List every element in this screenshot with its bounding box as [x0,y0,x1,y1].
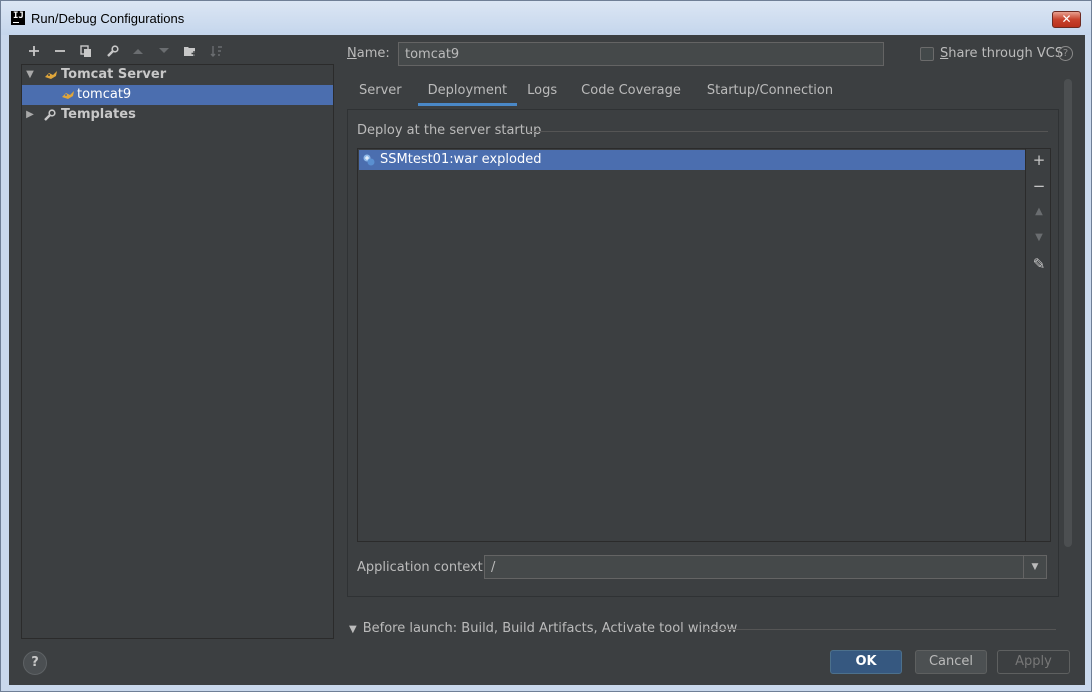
edit-artifact-button[interactable]: ✎ [1026,253,1052,275]
arrow-down-icon: ▼ [1035,232,1043,243]
copy-icon [80,44,91,57]
remove-config-button[interactable] [47,41,73,61]
arrow-up-icon: ▲ [1035,206,1043,217]
wrench-icon [44,109,56,121]
copy-config-button[interactable] [73,41,99,61]
add-artifact-button[interactable]: + [1026,149,1052,171]
arrow-down-icon [159,48,169,53]
minus-icon [55,50,65,52]
move-up-button[interactable]: ▲ [1026,201,1052,223]
plus-icon [29,46,39,56]
name-label-rest: ame: [356,46,390,61]
share-help-icon[interactable]: ? [1058,46,1073,61]
config-toolbar [21,41,229,61]
move-down-button[interactable]: ▼ [1026,227,1052,249]
tab-startup-connection[interactable]: Startup/Connection [697,79,843,109]
edit-defaults-button[interactable] [99,41,125,61]
share-label-rest: hare through VCS [948,46,1064,61]
section-divider [704,629,1056,630]
config-tree: ▼ Tomcat Server tomcat9 ▶ Templates [21,64,334,639]
deployment-panel: Deploy at the server startup SSMtest01:w… [347,109,1059,597]
before-launch-toggle[interactable]: ▼ Before launch: Build, Build Artifacts, … [349,621,737,636]
list-item[interactable]: SSMtest01:war exploded [359,150,1025,170]
deploy-list: SSMtest01:war exploded + − ▲ ▼ ✎ [357,148,1051,542]
tab-logs[interactable]: Logs [517,79,567,109]
list-actions: + − ▲ ▼ ✎ [1025,149,1051,541]
expand-arrow-icon: ▼ [349,624,357,635]
artifact-icon [363,154,375,166]
tree-label-templates: Templates [61,107,136,122]
before-launch-label: Before launch: Build, Build Artifacts, A… [362,621,738,636]
tree-label-tomcat-server: Tomcat Server [61,67,167,82]
pencil-icon: ✎ [1032,255,1046,273]
tree-label-tomcat9: tomcat9 [77,87,132,102]
tree-item-tomcat-server[interactable]: ▼ Tomcat Server [22,65,333,85]
vertical-scrollbar[interactable] [1064,79,1072,547]
folder-add-icon [184,47,197,56]
list-item-label: SSMtest01:war exploded [380,152,542,167]
tab-server[interactable]: Server [349,79,412,109]
dialog-content: ▼ Tomcat Server tomcat9 ▶ Templates ? Na… [9,35,1085,685]
run-debug-dialog: IJ Run/Debug Configurations ✕ ▼ Tomcat S… [0,0,1092,692]
cancel-button[interactable]: Cancel [915,650,987,674]
tree-item-templates[interactable]: ▶ Templates [22,105,333,125]
window-title: Run/Debug Configurations [31,11,185,26]
ok-button[interactable]: OK [830,650,902,674]
name-input[interactable] [398,42,884,66]
sort-icon [210,45,222,57]
tree-item-tomcat9[interactable]: tomcat9 [22,85,333,105]
sort-button[interactable] [203,41,229,61]
apply-button[interactable]: Apply [997,650,1070,674]
share-vcs-checkbox[interactable] [920,47,934,61]
tab-code-coverage[interactable]: Code Coverage [571,79,691,109]
remove-artifact-button[interactable]: − [1026,175,1052,197]
minus-icon: − [1032,177,1046,195]
title-bar[interactable]: IJ Run/Debug Configurations ✕ [1,1,1091,35]
tomcat-icon [62,91,74,99]
close-button[interactable]: ✕ [1052,11,1081,28]
app-context-label: Application context: [357,560,488,575]
new-folder-button[interactable] [177,41,203,61]
share-vcs-label[interactable]: Share through VCS [940,46,1063,61]
section-divider [528,131,1048,132]
add-config-button[interactable] [21,41,47,61]
chevron-down-icon[interactable]: ▼ [1023,555,1047,579]
arrow-up-icon [133,49,143,54]
plus-icon: + [1032,151,1046,169]
deploy-section-title: Deploy at the server startup [357,123,542,138]
name-label: Name: [347,46,390,61]
wrench-icon [106,44,119,57]
name-label-mnemonic: N [347,46,357,61]
tab-deployment[interactable]: Deployment [417,79,518,109]
intellij-icon: IJ [11,11,25,25]
collapse-arrow-icon[interactable]: ▶ [25,105,35,125]
expand-arrow-icon[interactable]: ▼ [25,65,35,85]
help-button[interactable]: ? [23,651,47,675]
move-up-button[interactable] [125,41,151,61]
tomcat-icon [45,71,57,79]
config-tabs: Server Deployment Logs Code Coverage Sta… [349,79,843,109]
move-down-button[interactable] [151,41,177,61]
app-context-input[interactable] [484,555,1024,579]
